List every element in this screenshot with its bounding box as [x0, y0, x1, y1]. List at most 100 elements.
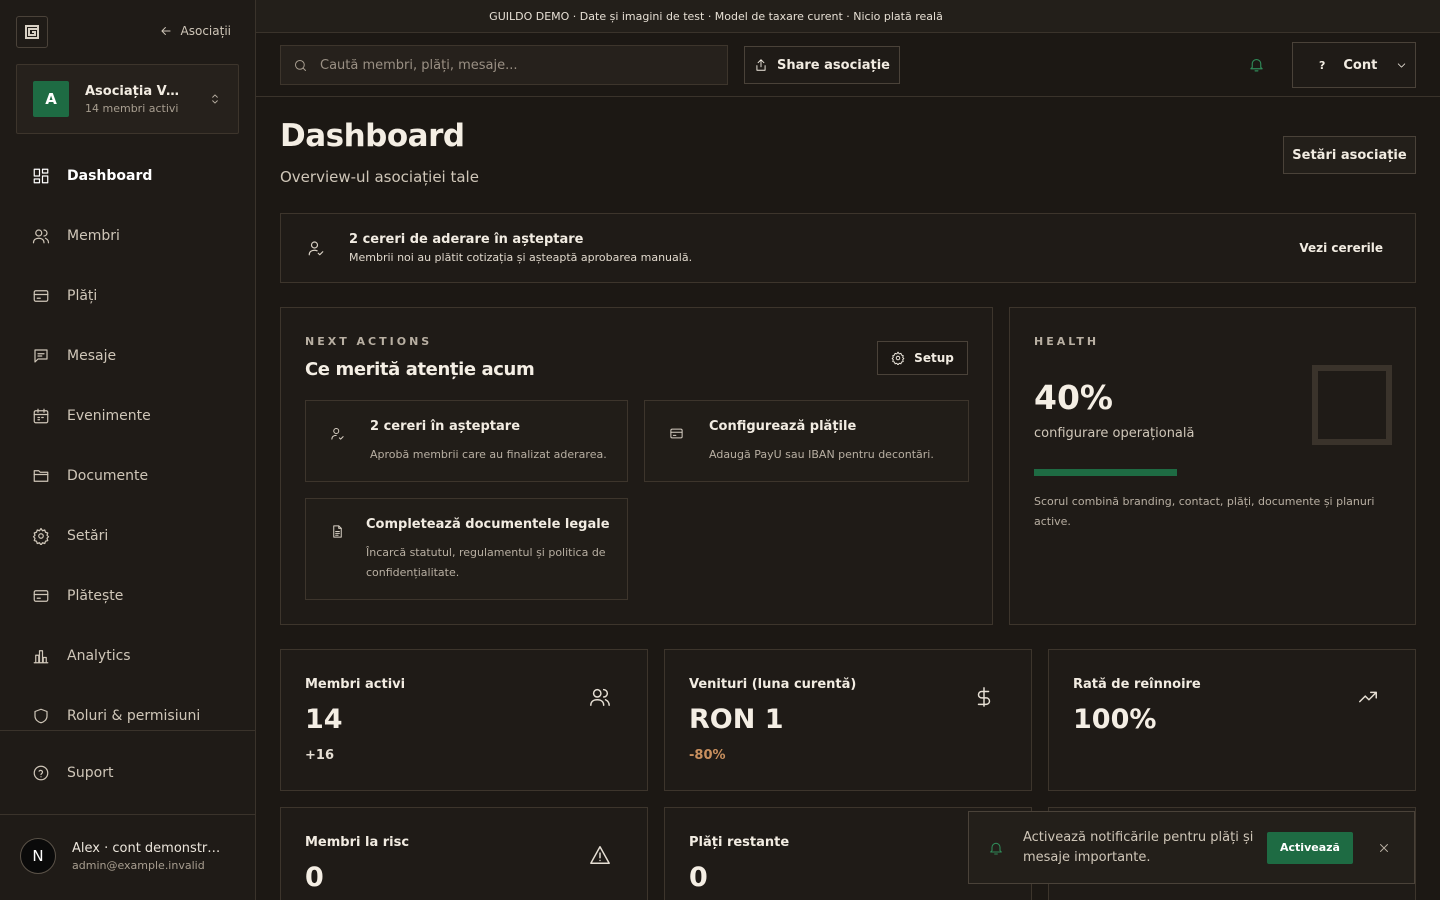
chevron-up-down-icon — [208, 92, 222, 106]
sidebar-item-label: Setări — [67, 528, 109, 544]
calendar-icon — [32, 407, 50, 425]
folder-icon — [32, 467, 50, 485]
document-icon — [330, 524, 345, 539]
share-association-button[interactable]: Share asociație — [744, 46, 900, 84]
health-description: Scorul combină branding, contact, plăți,… — [1034, 495, 1375, 528]
setup-button[interactable]: Setup — [877, 341, 968, 375]
health-progress-bar — [1034, 469, 1392, 476]
task-legal-documents[interactable]: Completează documentele legale Încarcă s… — [305, 498, 628, 600]
stat-value: 100% — [1073, 704, 1157, 735]
sidebar-item-label: Membri — [67, 228, 120, 244]
user-profile[interactable]: N Alex · cont demonstrativ admin@example… — [20, 838, 224, 874]
user-check-icon — [330, 426, 345, 441]
task-subtitle: Încarcă statutul, regulamentul și politi… — [366, 546, 606, 579]
bell-icon — [1248, 56, 1265, 73]
task-title: Configurează plățile — [709, 419, 857, 434]
close-icon[interactable] — [1377, 841, 1391, 855]
search-icon — [293, 58, 308, 73]
next-actions-eyebrow: NEXT ACTIONS — [305, 335, 433, 348]
pending-requests-alert: 2 cereri de aderare în așteptare Membrii… — [280, 213, 1416, 283]
health-gauge — [1312, 365, 1392, 445]
sidebar-item-roles[interactable]: Roluri & permisiuni — [0, 686, 255, 746]
sidebar-item-members[interactable]: Membri — [0, 206, 255, 266]
back-link-label: Asociații — [180, 24, 231, 38]
alert-title: 2 cereri de aderare în așteptare — [349, 232, 584, 247]
task-pending-requests[interactable]: 2 cereri în așteptare Aprobă membrii car… — [305, 400, 628, 482]
org-avatar: A — [33, 81, 69, 117]
stat-delta: -80% — [689, 748, 726, 763]
warning-icon — [589, 844, 611, 866]
sidebar-item-label: Evenimente — [67, 408, 151, 424]
task-title: Completează documentele legale — [366, 517, 610, 532]
association-settings-button[interactable]: Setări asociație — [1283, 136, 1416, 174]
sidebar-item-documents[interactable]: Documente — [0, 446, 255, 506]
notifications-button[interactable] — [1248, 56, 1265, 73]
org-member-count: 14 membri activi — [85, 101, 179, 115]
stat-value: 14 — [305, 704, 343, 735]
sidebar-item-label: Plăți — [67, 288, 98, 304]
sidebar-divider — [0, 814, 255, 815]
trending-up-icon — [1357, 686, 1379, 708]
sidebar-item-pay[interactable]: Plătește — [0, 566, 255, 626]
shield-icon — [32, 707, 50, 725]
demo-banner-text: GUILDO DEMO · Date și imagini de test · … — [489, 9, 943, 23]
notifications-toast: Activează notificările pentru plăți și m… — [968, 811, 1415, 884]
dollar-icon — [973, 686, 995, 708]
stat-card-revenue: Venituri (luna curentă) RON 1 -80% — [664, 649, 1032, 791]
message-icon — [32, 347, 50, 365]
stat-card-renewal-rate: Rată de reînnoire 100% — [1048, 649, 1416, 791]
user-check-icon — [307, 239, 325, 257]
avatar: N — [20, 838, 56, 874]
user-name: Alex · cont demonstrativ — [72, 840, 224, 856]
task-configure-payments[interactable]: Configurează plățile Adaugă PayU sau IBA… — [644, 400, 969, 482]
task-subtitle: Adaugă PayU sau IBAN pentru decontări. — [709, 448, 934, 461]
org-switcher[interactable]: A Asociația Verde 14 membri activi — [16, 64, 239, 134]
sidebar-divider — [0, 730, 255, 731]
sidebar-item-settings[interactable]: Setări — [0, 506, 255, 566]
stat-value: 0 — [305, 862, 324, 893]
task-subtitle: Aprobă membrii care au finalizat aderare… — [370, 448, 607, 461]
org-name: Asociația Verde — [85, 83, 185, 99]
sidebar-item-label: Documente — [67, 468, 149, 484]
users-icon — [589, 686, 611, 708]
sidebar-item-label: Roluri & permisiuni — [67, 708, 201, 724]
app-logo[interactable] — [16, 16, 48, 48]
demo-banner: GUILDO DEMO · Date și imagini de test · … — [256, 0, 1440, 33]
help-badge: ? — [1319, 58, 1326, 72]
sidebar-item-events[interactable]: Evenimente — [0, 386, 255, 446]
health-label: configurare operațională — [1034, 426, 1195, 441]
sidebar-item-label: Mesaje — [67, 348, 117, 364]
sidebar-item-support[interactable]: Suport — [0, 743, 255, 803]
gear-icon — [32, 527, 50, 545]
chevron-down-icon — [1395, 59, 1408, 72]
stat-value: RON 1 — [689, 704, 784, 735]
back-to-associations-link[interactable]: Asociații — [159, 24, 231, 38]
health-card: HEALTH 40% configurare operațională Scor… — [1009, 307, 1416, 625]
users-icon — [32, 227, 50, 245]
stat-label: Venituri (luna curentă) — [689, 677, 857, 692]
sidebar-item-label: Dashboard — [67, 168, 153, 184]
view-requests-link[interactable]: Vezi cererile — [1299, 241, 1383, 255]
dashboard-grid-icon — [32, 167, 50, 185]
stat-card-at-risk: Membri la risc 0 — [280, 807, 648, 900]
sidebar-item-messages[interactable]: Mesaje — [0, 326, 255, 386]
wallet-icon — [32, 587, 50, 605]
sidebar-item-analytics[interactable]: Analytics — [0, 626, 255, 686]
stat-label: Plăți restante — [689, 835, 790, 850]
search-input[interactable] — [320, 57, 700, 73]
account-menu-button[interactable]: ? Cont — [1292, 42, 1416, 88]
enable-notifications-button[interactable]: Activează — [1267, 831, 1353, 864]
search-box — [280, 45, 728, 85]
sidebar-nav: Dashboard Membri Plăți Mesaje Evenimente — [0, 146, 255, 746]
stat-card-active-members: Membri activi 14 +16 — [280, 649, 648, 791]
stat-label: Membri activi — [305, 677, 406, 692]
credit-card-icon — [32, 287, 50, 305]
setup-button-label: Setup — [914, 351, 954, 365]
account-label: Cont — [1343, 57, 1378, 73]
toast-message: Activează notificările pentru plăți și m… — [1023, 829, 1254, 865]
health-score: 40% — [1034, 378, 1113, 417]
sidebar-item-payments[interactable]: Plăți — [0, 266, 255, 326]
gear-icon — [891, 351, 905, 365]
sidebar-item-dashboard[interactable]: Dashboard — [0, 146, 255, 206]
arrow-left-icon — [159, 24, 173, 38]
